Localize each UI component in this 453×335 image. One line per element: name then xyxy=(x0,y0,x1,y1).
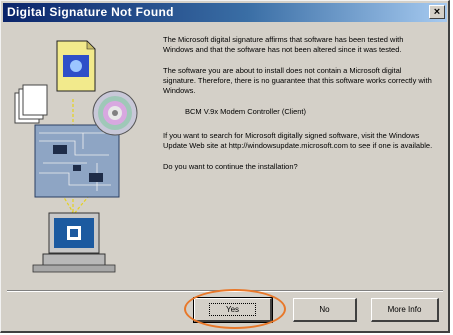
documents-icon xyxy=(14,84,48,124)
driver-name: BCM V.9x Modem Controller (Client) xyxy=(185,107,307,116)
message-text: The Microsoft digital signature affirms … xyxy=(163,35,435,183)
close-button[interactable]: × xyxy=(429,5,445,19)
dialog-title: Digital Signature Not Found xyxy=(7,5,174,19)
separator xyxy=(7,290,443,292)
no-button[interactable]: No xyxy=(293,298,357,322)
digital-signature-dialog: Digital Signature Not Found × The Micros… xyxy=(0,0,450,333)
cd-disk-icon xyxy=(92,90,138,136)
more-info-button-label: More Info xyxy=(387,305,422,314)
yes-button-label: Yes xyxy=(208,303,257,316)
windows-update-info: If you want to search for Microsoft digi… xyxy=(163,131,433,150)
certificate-icon xyxy=(56,40,96,92)
yes-button[interactable]: Yes xyxy=(193,297,273,323)
signature-illustration xyxy=(14,40,138,273)
circuit-board-icon xyxy=(34,124,120,198)
more-info-button[interactable]: More Info xyxy=(371,298,439,322)
signature-explanation: The Microsoft digital signature affirms … xyxy=(163,35,404,54)
close-icon: × xyxy=(433,6,441,18)
computer-icon xyxy=(32,212,116,273)
title-bar[interactable]: Digital Signature Not Found × xyxy=(3,3,447,22)
no-signature-warning: The software you are about to install do… xyxy=(163,66,432,95)
no-button-label: No xyxy=(319,305,330,314)
continue-question: Do you want to continue the installation… xyxy=(163,162,298,171)
